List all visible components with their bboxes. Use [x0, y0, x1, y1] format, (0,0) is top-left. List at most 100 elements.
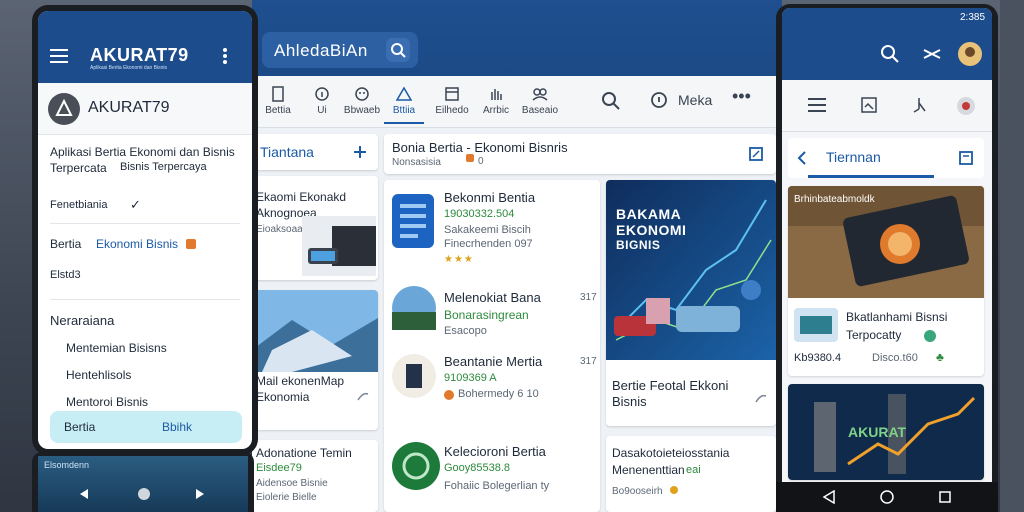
feed-item-1-line2: Sakakeemi Biscih [444, 224, 531, 236]
left-card-3[interactable]: Adonatione Temin Eisdee79 Aidensoe Bisni… [252, 440, 378, 512]
add-icon[interactable] [352, 144, 368, 160]
toolbar-label: Baseaio [521, 105, 559, 116]
left-card-3-meta: Aidensoe Bisnie [256, 478, 328, 489]
feed-item-2[interactable]: Melenokiat Bana Bonarasingrean Esacopo 3… [384, 280, 600, 340]
feature-caption-1: Bertie Feotal Ekkoni [612, 378, 729, 393]
active-menu-right: Bbihk [162, 420, 193, 434]
submenu-item-2[interactable]: Hentehlisols [66, 368, 131, 382]
left-card-1-title: Ekaomi Ekonakd [256, 190, 347, 204]
search-bar[interactable]: AhledaBiAn [262, 32, 418, 68]
submenu-item-3[interactable]: Mentoroi Bisnis [66, 395, 148, 409]
more-vert-icon[interactable] [222, 47, 228, 65]
shuffle-icon[interactable] [922, 44, 942, 64]
feed-item-3-line2: Bohermedy 6 10 [458, 388, 539, 400]
card-1-meta-right: Disco.t60 [872, 352, 918, 364]
bookmark-icon [272, 86, 284, 102]
people-icon [532, 88, 548, 101]
thumbnail-image [794, 308, 838, 342]
card-1-subtitle: Terpocatty [846, 328, 902, 342]
tab-bar: Tiernnan [788, 138, 984, 178]
toolbar-item-warning[interactable]: Bttiia [382, 86, 426, 124]
active-menu-item[interactable]: Bertia Bbihk [50, 411, 242, 443]
right-card-1[interactable]: Brhinbateabmoldk Bkatlanhami Bisnsi Terp… [788, 186, 984, 376]
status-dot [924, 330, 936, 342]
left-card-2-subtitle: Ekonomia [256, 390, 310, 404]
menu-icon[interactable] [50, 49, 68, 63]
feature-bottom-line2: Menenenttian [612, 463, 685, 477]
left-card-3-title: Adonatione Temin [256, 446, 352, 460]
home-icon[interactable] [136, 486, 152, 502]
right-card-2[interactable]: AKURAT [788, 384, 984, 480]
feed-item-1[interactable]: Bekonmi Bentia 19030332.504 Sakakeemi Bi… [384, 180, 600, 270]
toolbar-item-people[interactable]: Baseaio [518, 86, 562, 116]
recents-icon[interactable] [938, 490, 952, 504]
menu-item-2[interactable]: Elstd3 [50, 269, 81, 281]
toolbar-item-info[interactable]: Ui [300, 86, 344, 116]
menu-icon[interactable] [808, 98, 826, 112]
back-icon[interactable] [822, 490, 836, 504]
card-1-image-text: Brhinbateabmoldk [794, 194, 875, 205]
feed-item-2-meta: 317 [580, 292, 597, 303]
music-icon[interactable] [910, 96, 928, 114]
feed-item-1-title: Bekonmi Bentia [444, 190, 536, 205]
tablet-header: AhledaBiAn [252, 0, 782, 76]
toolbar-item-bookmark[interactable]: Bettia [256, 86, 300, 116]
toolbar-item-calendar[interactable]: Eilhedo [430, 86, 474, 116]
toolbar-right-label[interactable]: Meka [678, 92, 712, 108]
mountain-image [252, 290, 378, 372]
left-card-3-subtitle: Eisdee79 [256, 462, 302, 474]
feed-item-2-line1: Bonarasingrean [444, 308, 529, 322]
toolbar-label: Eilhedo [435, 105, 469, 116]
feature-image-text-2: EKONOMI [616, 222, 687, 238]
feed-header-count: 0 [478, 156, 484, 167]
feed-item-4-line1: Gooy85538.8 [444, 462, 511, 474]
chat-icon[interactable] [648, 90, 670, 112]
feed-item-2-line2: Esacopo [444, 325, 487, 337]
card-2-image-text: AKURAT [848, 424, 907, 440]
feature-image-text-3: BIGNIS [616, 238, 661, 252]
right-nav-bar [776, 482, 998, 512]
app-brand: AKURAT79 [90, 45, 189, 65]
feed-item-1-line1: 19030332.504 [444, 208, 515, 220]
image-icon[interactable] [860, 96, 878, 114]
menu-item-1b[interactable]: Ekonomi Bisnis [96, 237, 178, 251]
edit-icon[interactable] [958, 150, 974, 166]
card-1-title: Bkatlanhami Bisnsi [846, 310, 948, 324]
search-icon[interactable] [386, 38, 410, 62]
menu-item-1[interactable]: Bertia [50, 237, 81, 251]
search-icon[interactable] [600, 90, 622, 112]
profile-avatar[interactable] [958, 42, 982, 66]
feature-card-bottom[interactable]: Dasakotoieteiosstania Menenenttian eai B… [606, 436, 776, 512]
drawer-brand: AKURAT79 [88, 99, 170, 116]
feed-item-3[interactable]: Beantanie Mertia 9109369 A Bohermedy 6 1… [384, 348, 600, 418]
back-icon[interactable] [796, 150, 808, 166]
left-device-label: Elsomdenn [44, 460, 90, 470]
feature-image-text-1: BAKAMA [616, 206, 682, 222]
feature-bottom-meta: Bo9ooseirh [612, 486, 663, 497]
tab-title[interactable]: Tiernnan [826, 149, 881, 165]
back-icon[interactable] [78, 488, 90, 500]
avatar[interactable] [956, 96, 976, 116]
edit-icon[interactable] [748, 146, 764, 162]
share-icon[interactable] [356, 390, 370, 404]
share-icon[interactable] [754, 392, 768, 406]
submenu-item-1[interactable]: Mentemian Bisisns [66, 341, 167, 355]
toolbar-item-hand[interactable]: Arrbic [474, 86, 518, 116]
divider [50, 223, 240, 224]
left-column-header: Tiantana [252, 134, 378, 170]
left-card-1[interactable]: Ekaomi Ekonakd Aknognoea Eioaksoaa [252, 176, 378, 280]
info-icon [315, 87, 329, 101]
status-dot [670, 486, 678, 494]
forward-icon[interactable] [194, 488, 206, 500]
badge-icon [186, 239, 196, 249]
search-icon[interactable] [880, 44, 900, 64]
feed-item-4[interactable]: Kelecioroni Bertia Gooy85538.8 Fohaiic B… [384, 436, 600, 506]
active-menu-left: Bertia [64, 420, 96, 434]
verified-label: Fenetbiania [50, 199, 108, 211]
left-card-2[interactable]: Mail ekonenMap Ekonomia [252, 290, 378, 430]
feature-card[interactable]: BAKAMA EKONOMI BIGNIS Bertie Feotal Ekko… [606, 180, 776, 426]
background-edge [1000, 0, 1024, 512]
toolbar-item-face[interactable]: Bbwaeb [340, 86, 384, 116]
more-icon[interactable]: ••• [732, 86, 751, 107]
home-icon[interactable] [880, 490, 894, 504]
